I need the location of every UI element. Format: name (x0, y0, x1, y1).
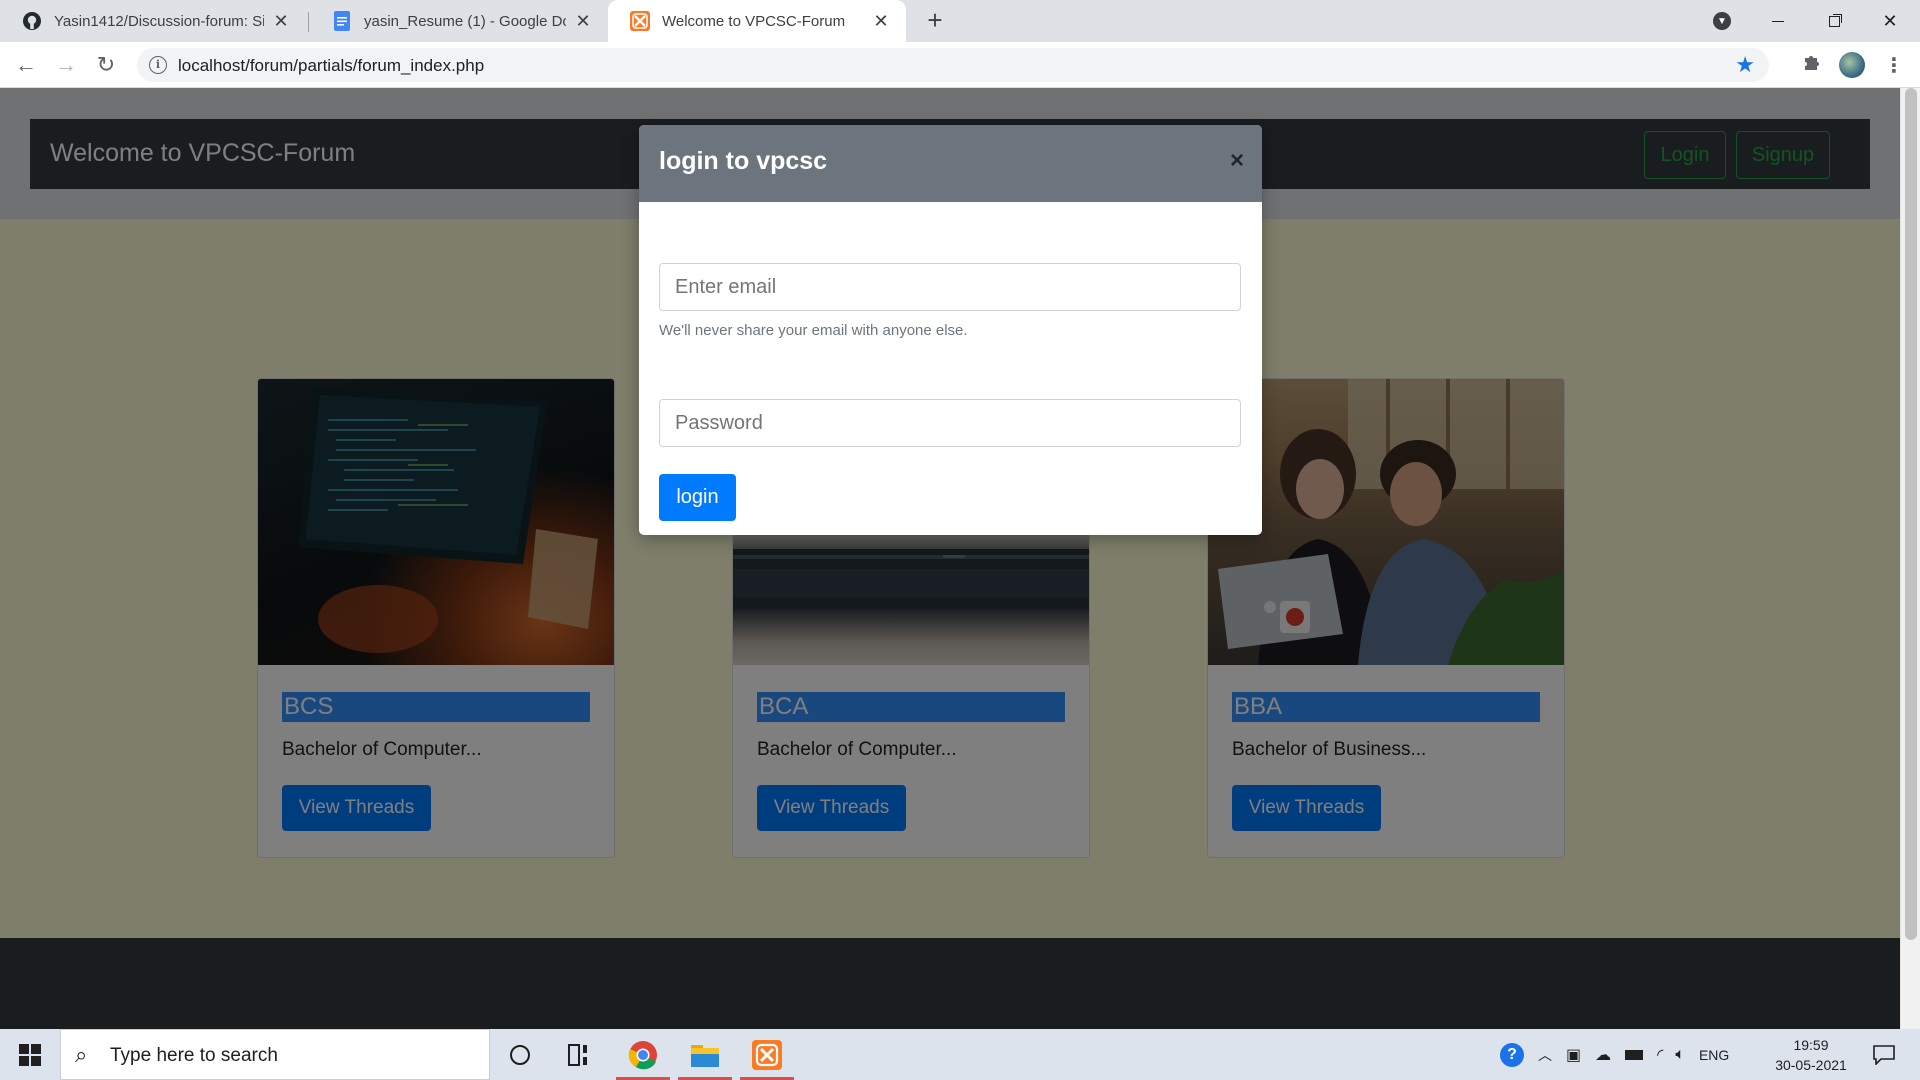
clock-time: 19:59 (1793, 1037, 1829, 1053)
clock[interactable]: 19:59 30-05-2021 (1766, 1035, 1856, 1075)
xampp-icon (630, 11, 650, 31)
tab-search-button[interactable]: ▼ (1694, 0, 1750, 42)
puzzle-icon (1802, 52, 1822, 78)
tab-title: Yasin1412/Discussion-forum: Sim (54, 12, 264, 30)
modal-header: login to vpcsc × (639, 125, 1262, 202)
tab-google-docs[interactable]: yasin_Resume (1) - Google Docs ✕ (310, 0, 608, 42)
email-help-text: We'll never share your email with anyone… (659, 322, 968, 339)
tab-close-icon[interactable]: ✕ (572, 10, 594, 32)
folder-icon (691, 1044, 719, 1067)
close-window-button[interactable]: ✕ (1862, 0, 1918, 42)
windows-icon (19, 1043, 41, 1066)
tab-title: yasin_Resume (1) - Google Docs (364, 12, 566, 30)
minimize-icon (1772, 20, 1784, 22)
notifications-button[interactable] (1860, 1029, 1908, 1080)
xampp-icon (752, 1039, 782, 1070)
search-icon: ⌕ (75, 1042, 88, 1067)
login-modal: login to vpcsc × We'll never share your … (639, 125, 1262, 535)
chrome-icon (628, 1040, 657, 1069)
taskbar-search-box[interactable]: ⌕ Type here to search (60, 1029, 490, 1080)
profile-button[interactable] (1838, 51, 1866, 79)
task-view-button[interactable] (556, 1029, 604, 1080)
browser-toolbar: ← → ↻ i localhost/forum/partials/forum_i… (0, 42, 1920, 88)
onedrive-icon[interactable]: ☁ (1595, 1045, 1611, 1065)
task-view-icon (568, 1043, 587, 1066)
close-icon: ✕ (1882, 10, 1898, 31)
browser-tab-strip: Yasin1412/Discussion-forum: Sim ✕ yasin_… (0, 0, 1920, 42)
email-field[interactable] (659, 263, 1241, 311)
clock-date: 30-05-2021 (1775, 1057, 1847, 1073)
login-submit-button[interactable]: login (659, 474, 736, 521)
minimize-button[interactable] (1750, 0, 1806, 42)
url-text: localhost/forum/partials/forum_index.php (178, 56, 485, 75)
wifi-icon[interactable]: ◜ (1657, 1045, 1663, 1065)
extensions-button[interactable] (1798, 51, 1826, 79)
new-tab-button[interactable]: + (922, 7, 948, 34)
scrollbar-thumb[interactable] (1905, 88, 1917, 940)
page-scrollbar[interactable] (1900, 88, 1920, 1029)
reload-button[interactable]: ↻ (92, 51, 120, 79)
tab-close-icon[interactable]: ✕ (870, 10, 892, 32)
notification-icon (1873, 1044, 1895, 1065)
windows-taskbar: ⌕ Type here to search ? ︿ ▣ ☁ ◜ 🔈︎ ENG 1… (0, 1029, 1920, 1080)
tab-title: Welcome to VPCSC-Forum (662, 12, 846, 30)
reload-icon: ↻ (96, 52, 116, 77)
tab-close-icon[interactable]: ✕ (270, 10, 292, 32)
meet-now-icon[interactable]: ▣ (1566, 1045, 1581, 1065)
help-icon[interactable]: ? (1500, 1042, 1524, 1067)
battery-icon[interactable] (1625, 1049, 1644, 1060)
taskbar-file-explorer[interactable] (674, 1029, 736, 1080)
forward-button[interactable]: → (52, 51, 80, 79)
address-bar[interactable]: i localhost/forum/partials/forum_index.p… (137, 48, 1769, 82)
restore-button[interactable] (1806, 0, 1862, 42)
kebab-menu-icon: ⋮ (1884, 54, 1904, 77)
taskbar-xampp[interactable] (736, 1029, 798, 1080)
info-icon[interactable]: i (149, 56, 167, 74)
speaker-icon[interactable]: 🔈︎ (1675, 1046, 1685, 1064)
arrow-right-icon: → (55, 52, 77, 77)
forum-page: Welcome to VPCSC-Forum Login Signup (0, 88, 1900, 1029)
back-button[interactable]: ← (12, 51, 40, 79)
cortana-button[interactable] (496, 1029, 544, 1080)
search-placeholder: Type here to search (110, 1045, 278, 1066)
bookmark-star-icon[interactable]: ★ (1735, 52, 1755, 78)
modal-title: login to vpcsc (659, 147, 828, 175)
taskbar-chrome[interactable] (612, 1029, 674, 1080)
cortana-icon (510, 1044, 530, 1065)
menu-button[interactable]: ⋮ (1880, 51, 1908, 79)
docs-icon (332, 11, 352, 31)
modal-close-button[interactable]: × (1230, 149, 1244, 173)
tab-separator (308, 12, 309, 32)
restore-icon (1828, 15, 1840, 27)
language-indicator[interactable]: ENG (1699, 1047, 1729, 1063)
tab-vpcsc-forum[interactable]: Welcome to VPCSC-Forum ✕ (608, 0, 906, 42)
chevron-up-icon[interactable]: ︿ (1538, 1045, 1552, 1065)
password-field[interactable] (659, 399, 1241, 447)
start-button[interactable] (0, 1029, 60, 1080)
github-icon (22, 11, 42, 31)
system-tray: ? ︿ ▣ ☁ ◜ 🔈︎ ENG (1500, 1029, 1729, 1080)
tab-github[interactable]: Yasin1412/Discussion-forum: Sim ✕ (0, 0, 306, 42)
arrow-left-icon: ← (15, 52, 37, 77)
page-viewport: Welcome to VPCSC-Forum Login Signup (0, 88, 1920, 1029)
avatar (1839, 52, 1865, 78)
chevron-down-icon: ▼ (1713, 12, 1731, 30)
